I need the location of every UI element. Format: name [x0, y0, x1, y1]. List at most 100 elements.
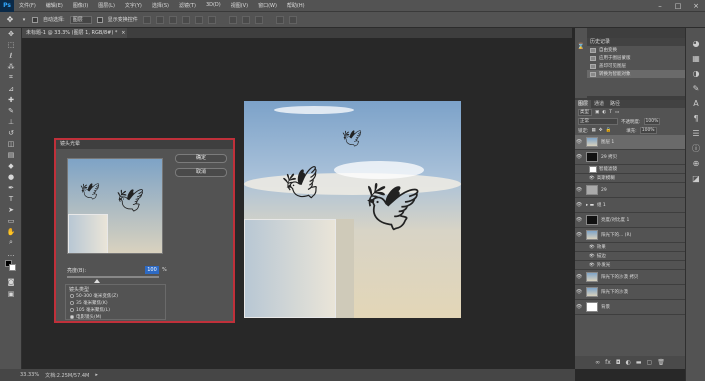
blur-tool-icon[interactable]: ◆: [0, 160, 22, 171]
lens-option[interactable]: 电影镜头(M): [70, 314, 101, 320]
lock-pixels-icon[interactable]: ▦: [592, 128, 596, 133]
layer-thumbnail[interactable]: [586, 287, 598, 297]
visibility-eye-icon[interactable]: 👁: [575, 304, 583, 310]
swatches-panel-icon[interactable]: ▦: [686, 51, 705, 66]
chevron-down-icon[interactable]: ▾: [21, 15, 27, 25]
3d-mode-button[interactable]: [275, 15, 284, 24]
filter-pixel-icon[interactable]: ▣: [595, 110, 599, 115]
eyedropper-tool-icon[interactable]: ⊿: [0, 83, 22, 94]
lens-option[interactable]: 35 毫米聚焦(K): [70, 300, 108, 306]
menu-item[interactable]: 视图(V): [226, 2, 253, 9]
path-select-tool-icon[interactable]: ➤: [0, 204, 22, 215]
fx-icon[interactable]: fx: [605, 359, 611, 366]
visibility-eye-icon[interactable]: 👁: [575, 139, 583, 145]
lock-all-icon[interactable]: 🔒: [606, 128, 612, 133]
radio-button[interactable]: [70, 301, 74, 305]
visibility-eye-icon[interactable]: 👁: [575, 187, 583, 193]
layer-thumbnail[interactable]: [586, 215, 598, 225]
filter-shape-icon[interactable]: ▭: [615, 110, 619, 115]
trash-icon[interactable]: 🗑: [657, 359, 665, 366]
layer-row[interactable]: 👁 ▸ ▬ 组 1: [575, 198, 685, 213]
shape-tool-icon[interactable]: ▭: [0, 215, 22, 226]
history-item[interactable]: 应用于图层蒙版: [587, 54, 685, 62]
history-item[interactable]: 转换为智能对象: [587, 70, 685, 78]
menu-item[interactable]: 图层(L): [93, 2, 120, 9]
zoom-tool-icon[interactable]: ⌕: [0, 237, 22, 248]
properties-panel-icon[interactable]: ☰: [686, 126, 705, 141]
new-layer-icon[interactable]: ▢: [647, 359, 653, 366]
brightness-slider-knob[interactable]: [94, 279, 101, 283]
radio-button[interactable]: [70, 315, 74, 319]
folder-icon[interactable]: ▬: [636, 359, 642, 366]
layer-thumbnail[interactable]: [586, 272, 598, 282]
folder-icon[interactable]: ▸ ▬: [586, 203, 594, 208]
layer-row[interactable]: 👁 阳光下的沙漠 拷贝: [575, 270, 685, 285]
document-tab[interactable]: 未标题-1 @ 33.3% (图层 1, RGB/8#) * ×: [22, 28, 128, 38]
flare-preview[interactable]: 🕊 🕊: [67, 158, 163, 254]
cancel-button[interactable]: 取消: [175, 168, 227, 177]
hand-tool-icon[interactable]: ✋: [0, 226, 22, 237]
visibility-eye-icon[interactable]: 👁: [575, 154, 583, 160]
navigator-panel-icon[interactable]: ⊕: [686, 156, 705, 171]
tab-channels[interactable]: 通道: [591, 100, 607, 108]
history-item[interactable]: 盖印可见图层: [587, 62, 685, 70]
visibility-eye-icon[interactable]: 👁: [589, 176, 595, 181]
menu-item[interactable]: 文字(Y): [120, 2, 147, 9]
align-right-button[interactable]: [207, 15, 216, 24]
dodge-tool-icon[interactable]: ●: [0, 171, 22, 182]
brightness-input[interactable]: 100: [145, 266, 159, 274]
align-top-button[interactable]: [142, 15, 151, 24]
menu-item[interactable]: 滤镜(T): [174, 2, 201, 9]
opacity-input[interactable]: 100%: [643, 118, 661, 125]
layer-effect-row[interactable]: 👁 外发光: [575, 261, 685, 270]
visibility-eye-icon[interactable]: 👁: [589, 263, 595, 268]
visibility-eye-icon[interactable]: 👁: [589, 254, 595, 259]
layer-row[interactable]: 👁 亮度/对比度 1: [575, 213, 685, 228]
brightness-slider[interactable]: [67, 276, 159, 278]
adjustments-panel-icon[interactable]: ◑: [686, 66, 705, 81]
layer-row[interactable]: 👁 图层 1: [575, 135, 685, 150]
quick-mask-icon[interactable]: ◙: [0, 276, 22, 287]
mask-icon[interactable]: ◘: [616, 359, 621, 366]
filter-type-icon[interactable]: T: [609, 110, 612, 115]
layer-row[interactable]: 👁 阳光下的... (R): [575, 228, 685, 243]
marquee-tool-icon[interactable]: ⬚: [0, 39, 22, 50]
lens-option[interactable]: 50-300 毫米变焦(Z): [70, 293, 118, 299]
visibility-eye-icon[interactable]: 👁: [575, 274, 583, 280]
radio-button[interactable]: [70, 294, 74, 298]
layer-row[interactable]: 👁 阳光下的沙漠: [575, 285, 685, 300]
layer-effect-row[interactable]: 👁 效果: [575, 243, 685, 252]
layer-effect-row[interactable]: 智能滤镜: [575, 165, 685, 174]
visibility-eye-icon[interactable]: 👁: [589, 245, 595, 250]
history-item[interactable]: 自由变换: [587, 46, 685, 54]
fill-input[interactable]: 100%: [639, 127, 657, 134]
type-tool-icon[interactable]: T: [0, 193, 22, 204]
gradient-tool-icon[interactable]: ▤: [0, 149, 22, 160]
layer-filter-dropdown[interactable]: 类型: [578, 109, 592, 116]
document-image[interactable]: 🕊 🕊 🕊: [244, 101, 461, 318]
layer-effect-row[interactable]: 👁 描边: [575, 252, 685, 261]
move-tool-icon[interactable]: ✥: [0, 28, 22, 39]
menu-item[interactable]: 窗口(W): [253, 2, 282, 9]
radio-button[interactable]: [70, 308, 74, 312]
layer-row[interactable]: 👁 29: [575, 183, 685, 198]
pen-tool-icon[interactable]: ✒: [0, 182, 22, 193]
quick-select-tool-icon[interactable]: ⁂: [0, 61, 22, 72]
layer-row[interactable]: 👁 背景: [575, 300, 685, 315]
show-transform-checkbox[interactable]: [96, 16, 103, 23]
history-brush-tool-icon[interactable]: ↺: [0, 127, 22, 138]
layer-thumbnail[interactable]: [586, 302, 598, 312]
menu-item[interactable]: 3D(D): [201, 2, 226, 9]
visibility-eye-icon[interactable]: 👁: [575, 289, 583, 295]
brush-tool-icon[interactable]: ✎: [0, 105, 22, 116]
character-panel-icon[interactable]: A: [686, 96, 705, 111]
distribute-button[interactable]: [228, 15, 237, 24]
layer-thumbnail[interactable]: [586, 230, 598, 240]
healing-brush-tool-icon[interactable]: ✚: [0, 94, 22, 105]
visibility-eye-icon[interactable]: 👁: [575, 232, 583, 238]
layer-row[interactable]: 👁 29 拷贝: [575, 150, 685, 165]
eraser-tool-icon[interactable]: ◫: [0, 138, 22, 149]
align-center-button[interactable]: [194, 15, 203, 24]
brush-panel-icon[interactable]: ✎: [686, 81, 705, 96]
adjustment-icon[interactable]: ◐: [626, 359, 631, 366]
